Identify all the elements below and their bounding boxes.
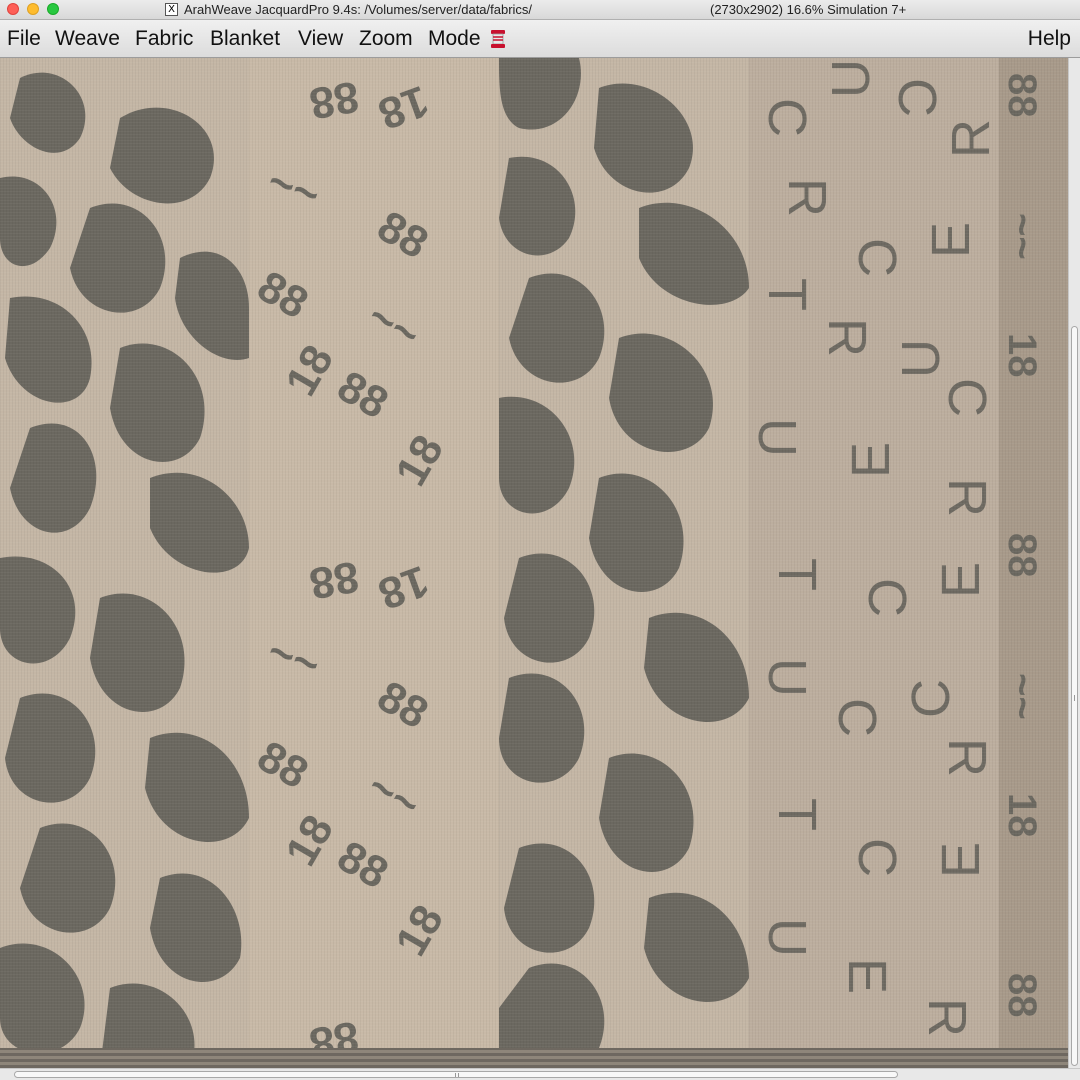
svg-text:88: 88 (1000, 73, 1044, 118)
menu-file[interactable]: File (7, 27, 41, 51)
svg-text:C: C (887, 78, 947, 117)
svg-text:R: R (817, 318, 877, 357)
svg-text:R: R (777, 178, 837, 217)
vertical-scrollbar[interactable] (1068, 58, 1080, 1068)
fabric-stripe-numerals: 88 18 ~~ 88 88 ~~ 18 88 18 88 18 ~~ 88 8… (249, 58, 499, 1068)
svg-text:C: C (847, 838, 907, 877)
x11-icon: X (165, 3, 178, 16)
menu-view[interactable]: View (298, 27, 343, 51)
horizontal-scroll-thumb[interactable] (14, 1071, 898, 1078)
menu-fabric[interactable]: Fabric (135, 27, 193, 51)
menu-weave[interactable]: Weave (55, 27, 120, 51)
svg-text:C: C (857, 578, 917, 617)
window-titlebar: X ArahWeave JacquardPro 9.4s: /Volumes/s… (0, 0, 1080, 20)
window-title: ArahWeave JacquardPro 9.4s: /Volumes/ser… (184, 2, 533, 17)
svg-text:T: T (767, 558, 827, 591)
svg-text:R: R (937, 478, 997, 517)
svg-text:18: 18 (1000, 793, 1044, 838)
fabric-stripe-leaves-1 (0, 58, 249, 1068)
svg-text:18: 18 (1000, 333, 1044, 378)
svg-text:C: C (937, 378, 997, 417)
svg-text:R: R (941, 119, 999, 158)
svg-text:C: C (901, 679, 961, 718)
menu-zoom[interactable]: Zoom (359, 27, 413, 51)
svg-text:R: R (917, 998, 977, 1037)
svg-text:U: U (891, 339, 951, 378)
svg-text:E: E (841, 442, 901, 478)
svg-text:R: R (937, 738, 997, 777)
svg-text:E: E (921, 222, 981, 258)
thread-spool-icon[interactable] (488, 28, 508, 50)
svg-text:88: 88 (1000, 973, 1044, 1018)
svg-text:T: T (757, 278, 817, 311)
menu-bar: File Weave Fabric Blanket View Zoom Mode… (0, 20, 1080, 58)
fabric-stripe-numerals-speckled: 88 ~~ 18 88 ~~ 18 88 (999, 58, 1068, 1068)
svg-text:C: C (827, 698, 887, 737)
fabric-simulation-canvas[interactable]: 88 18 ~~ 88 88 ~~ 18 88 18 88 18 ~~ 88 8… (0, 58, 1068, 1068)
vertical-scroll-thumb[interactable] (1071, 326, 1078, 1066)
horizontal-scrollbar[interactable] (0, 1068, 1080, 1080)
svg-text:E: E (931, 842, 991, 878)
close-window-button[interactable] (7, 3, 19, 15)
fabric-stripe-leaves-2 (499, 58, 749, 1068)
svg-text:T: T (767, 798, 827, 831)
svg-text:C: C (757, 98, 817, 137)
fabric-border-band (0, 1048, 1068, 1068)
maximize-window-button[interactable] (47, 3, 59, 15)
menu-mode[interactable]: Mode (428, 27, 481, 51)
svg-text:E: E (931, 562, 991, 598)
fabric-stripe-letters: C U C R R C E T R U C U E R T C E U C C (749, 58, 999, 1068)
svg-text:U: U (757, 658, 817, 697)
svg-text:88: 88 (306, 71, 363, 128)
svg-text:~~: ~~ (1000, 673, 1044, 720)
menu-blanket[interactable]: Blanket (210, 27, 280, 51)
svg-text:E: E (837, 958, 897, 994)
svg-text:88: 88 (306, 551, 363, 608)
image-info: (2730x2902) 16.6% Simulation 7+ (710, 2, 907, 17)
svg-text:U: U (757, 918, 817, 957)
svg-text:~~: ~~ (1000, 213, 1044, 260)
menu-help[interactable]: Help (1028, 27, 1071, 51)
svg-text:U: U (821, 59, 881, 98)
svg-text:U: U (749, 418, 807, 457)
svg-text:C: C (847, 238, 907, 277)
minimize-window-button[interactable] (27, 3, 39, 15)
svg-text:88: 88 (1000, 533, 1044, 578)
